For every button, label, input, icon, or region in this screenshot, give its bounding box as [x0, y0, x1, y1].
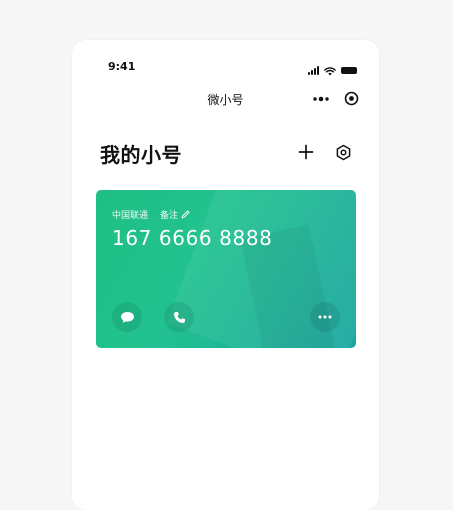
signal-icon	[308, 66, 319, 75]
phone-frame: 9:41 微小号 我的小号 中国联通 备注 167 6666 8888	[72, 40, 379, 510]
card-more-button[interactable]	[310, 302, 340, 332]
nav-bar: 微小号	[72, 88, 379, 112]
pencil-icon	[181, 210, 190, 219]
status-time: 9:41	[108, 60, 136, 73]
phone-number: 167 6666 8888	[112, 226, 273, 250]
status-bar: 9:41	[72, 58, 379, 76]
card-meta: 中国联通 备注	[112, 208, 190, 221]
more-dots-icon[interactable]	[312, 92, 330, 106]
number-card[interactable]: 中国联通 备注 167 6666 8888	[96, 190, 356, 348]
wifi-icon	[324, 61, 336, 80]
phone-icon	[173, 311, 185, 323]
target-icon[interactable]	[344, 91, 359, 106]
mini-program-capsule	[312, 91, 359, 106]
page-header: 我的小号	[100, 139, 353, 167]
page-title: 我的小号	[100, 143, 182, 167]
remark-label: 备注	[160, 211, 179, 221]
battery-icon	[341, 67, 357, 74]
message-button[interactable]	[112, 302, 142, 332]
carrier-label: 中国联通	[112, 211, 149, 221]
add-button[interactable]	[296, 142, 316, 162]
message-bubble-icon	[120, 311, 134, 323]
header-actions	[296, 142, 353, 162]
status-icons	[308, 61, 357, 80]
card-actions	[112, 302, 340, 332]
settings-button[interactable]	[333, 142, 353, 162]
ellipsis-icon	[318, 315, 332, 319]
hexagon-settings-icon	[336, 144, 350, 160]
remark-edit[interactable]: 备注	[160, 208, 190, 221]
call-button[interactable]	[164, 302, 194, 332]
plus-icon	[298, 144, 314, 160]
